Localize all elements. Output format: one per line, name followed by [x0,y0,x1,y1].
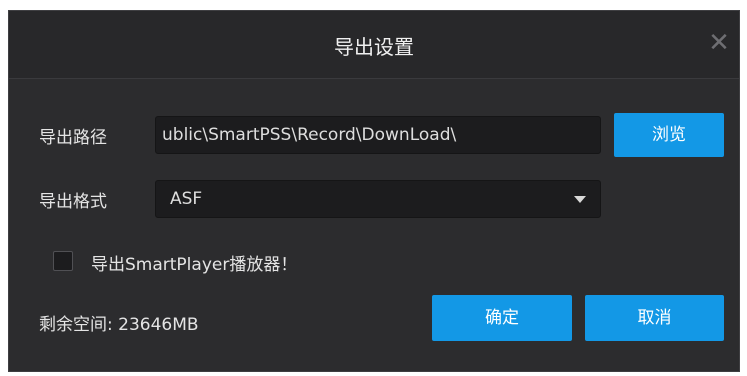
export-format-label: 导出格式 [39,192,107,212]
chevron-down-icon [574,196,586,203]
export-path-value: ublic\SmartPSS\Record\DownLoad\ [162,125,457,145]
remaining-space-text: 剩余空间: 23646MB [39,315,199,335]
export-format-select[interactable]: ASF [155,180,601,218]
export-path-label: 导出路径 [39,128,107,148]
dialog-titlebar[interactable]: 导出设置 ✕ [9,11,739,79]
export-player-checkbox[interactable] [53,251,73,271]
dialog-title: 导出设置 [334,35,414,59]
browse-button[interactable]: 浏览 [614,113,724,157]
export-player-label[interactable]: 导出SmartPlayer播放器！ [91,250,297,275]
close-icon[interactable]: ✕ [705,29,733,57]
ok-button[interactable]: 确定 [432,295,572,341]
export-format-value: ASF [170,189,203,209]
export-settings-dialog: 导出设置 ✕ 导出路径 ublic\SmartPSS\Record\DownLo… [8,10,740,372]
cancel-button[interactable]: 取消 [585,295,724,341]
export-path-field[interactable]: ublic\SmartPSS\Record\DownLoad\ [155,116,601,154]
